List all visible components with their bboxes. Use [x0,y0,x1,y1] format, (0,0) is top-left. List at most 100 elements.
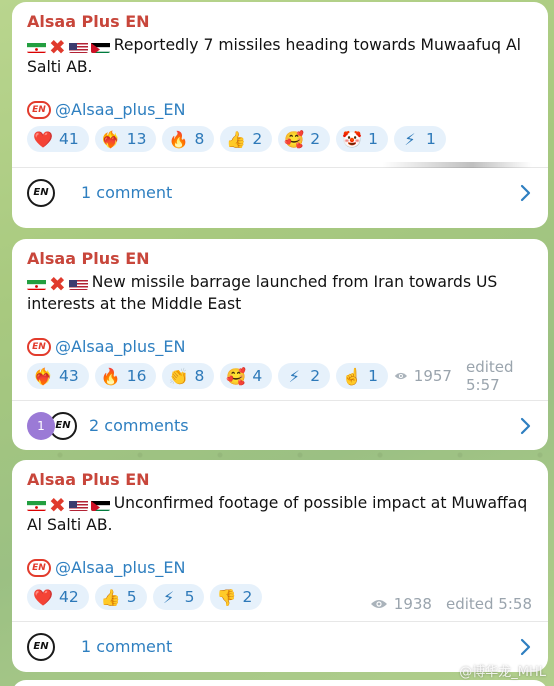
commenter-avatars: 1 EN [27,411,77,440]
handle-row: EN @Alsaa_plus_EN [27,337,532,356]
handle-row: EN @Alsaa_plus_EN [27,558,532,577]
post-author[interactable]: Alsaa Plus EN [27,12,532,32]
reaction-thumbs-down[interactable]: 👎 2 [210,584,263,610]
lightning-emoji-icon: ⚡ [288,366,300,386]
reaction-count: 43 [59,367,79,385]
reaction-burning-heart[interactable]: ❤️‍🔥 43 [27,363,89,389]
view-count: 1957 [413,367,452,385]
reaction-count: 13 [126,130,147,148]
reaction-count: 2 [310,130,321,148]
commenter-count-badge: 1 [27,411,55,440]
pointing-up-emoji-icon: ☝️ [342,366,363,386]
burning-heart-emoji-icon: ❤️‍🔥 [100,129,121,149]
channel-post[interactable]: Alsaa Plus EN ✖ Reportedly 7 missiles he… [12,2,548,228]
eye-icon [394,372,408,380]
channel-handle-link[interactable]: @Alsaa_plus_EN [55,337,186,356]
reaction-thumbs-up[interactable]: 👍 2 [220,126,273,152]
reaction-smiling-hearts[interactable]: 🥰 2 [278,126,331,152]
comments-button[interactable]: EN 1 comment [12,167,548,217]
smiling-hearts-emoji-icon: 🥰 [284,129,305,149]
flag-emojis: ✖ [27,274,88,294]
post-author[interactable]: Alsaa Plus EN [27,249,532,269]
reaction-lightning[interactable]: ⚡ 2 [278,363,331,389]
fire-emoji-icon: 🔥 [100,366,121,386]
reaction-count: 8 [194,130,205,148]
channel-handle-link[interactable]: @Alsaa_plus_EN [55,558,186,577]
alsaa-logo-icon: EN [27,558,51,577]
jordan-flag-icon [90,498,110,511]
reaction-count: 2 [252,130,263,148]
comments-count[interactable]: 1 comment [81,637,172,656]
reaction-lightning[interactable]: ⚡ 5 [152,584,205,610]
next-post-edge [12,680,548,686]
reaction-red-heart[interactable]: ❤️ 42 [27,584,89,610]
reaction-fire[interactable]: 🔥 16 [94,363,157,389]
jordan-flag-icon [90,40,110,53]
comments-count[interactable]: 1 comment [81,183,172,202]
post-author[interactable]: Alsaa Plus EN [27,470,532,490]
fire-emoji-icon: 🔥 [168,129,189,149]
channel-handle-link[interactable]: @Alsaa_plus_EN [55,100,186,119]
smiling-hearts-emoji-icon: 🥰 [226,366,247,386]
clapping-emoji-icon: 👏 [168,366,189,386]
lightning-emoji-icon: ⚡ [404,129,416,149]
post-meta: 1957 edited 5:57 [394,358,532,394]
lightning-emoji-icon: ⚡ [162,587,175,607]
reaction-count: 8 [194,367,205,385]
reaction-count: 5 [126,588,137,606]
reaction-count: 2 [310,367,321,385]
burning-heart-emoji-icon: ❤️‍🔥 [33,366,53,386]
chevron-right-icon[interactable] [520,638,532,656]
reaction-clapping[interactable]: 👏 8 [162,363,215,389]
reaction-count: 2 [242,588,253,606]
post-text: ✖ Reportedly 7 missiles heading towards … [27,34,532,78]
reaction-fire[interactable]: 🔥 8 [162,126,215,152]
handle-row: EN @Alsaa_plus_EN [27,100,532,119]
red-heart-emoji-icon: ❤️ [33,587,53,607]
channel-post[interactable]: Alsaa Plus EN ✖ Unconfirmed footage of p… [12,460,548,672]
reaction-red-heart[interactable]: ❤️ 41 [27,126,89,152]
comments-button[interactable]: 1 EN 2 comments [12,400,548,450]
chevron-right-icon[interactable] [520,184,532,202]
reaction-clown[interactable]: 🤡 1 [336,126,388,152]
commenter-avatar: EN [27,178,55,207]
reaction-thumbs-up[interactable]: 👍 5 [94,584,147,610]
edited-time: edited 5:58 [445,595,532,613]
reactions-bar: ❤️‍🔥 43 🔥 16 👏 8 🥰 4 ⚡ 2 ☝️ 1 1957 edited 5:57 [27,358,532,394]
reaction-pointing-up[interactable]: ☝️ 1 [336,363,388,389]
post-text: ✖ Unconfirmed footage of possible impact… [27,492,532,536]
cross-mark-icon: ✖ [49,34,66,59]
comments-count[interactable]: 2 comments [89,416,189,435]
reaction-burning-heart[interactable]: ❤️‍🔥 13 [94,126,157,152]
cross-mark-icon: ✖ [49,492,66,517]
alsaa-logo-icon: EN [27,337,51,356]
usa-flag-icon [68,277,88,290]
post-meta: 1938 edited 5:58 [370,595,532,613]
reaction-lightning[interactable]: ⚡ 1 [393,126,446,152]
clown-emoji-icon: 🤡 [342,129,363,149]
reaction-smiling-hearts[interactable]: 🥰 4 [220,363,273,389]
red-heart-emoji-icon: ❤️ [33,129,53,149]
chevron-right-icon[interactable] [520,417,532,435]
reactions-scroll-indicator[interactable] [382,162,532,168]
usa-flag-icon [68,498,88,511]
reaction-count: 16 [126,367,147,385]
alsaa-logo-icon: EN [27,100,51,119]
iran-flag-icon [27,498,46,511]
post-message: New missile barrage launched from Iran t… [27,273,498,313]
iran-flag-icon [27,40,46,53]
reaction-count: 1 [368,130,378,148]
view-count: 1938 [393,595,432,613]
thumbs-up-emoji-icon: 👍 [100,587,121,607]
watermark-text: @博华龙_MHL [459,665,546,680]
eye-icon [370,600,387,608]
reaction-count: 42 [59,588,79,606]
commenter-avatar: EN [27,632,55,661]
reaction-count: 4 [252,367,263,385]
thumbs-down-emoji-icon: 👎 [216,587,237,607]
reactions-bar: ❤️ 41 ❤️‍🔥 13 🔥 8 👍 2 🥰 2 🤡 1 ⚡ 1 [27,125,532,153]
usa-flag-icon [68,40,88,53]
reaction-count: 41 [59,130,79,148]
iran-flag-icon [27,277,46,290]
channel-post[interactable]: Alsaa Plus EN ✖ New missile barrage laun… [12,239,548,450]
